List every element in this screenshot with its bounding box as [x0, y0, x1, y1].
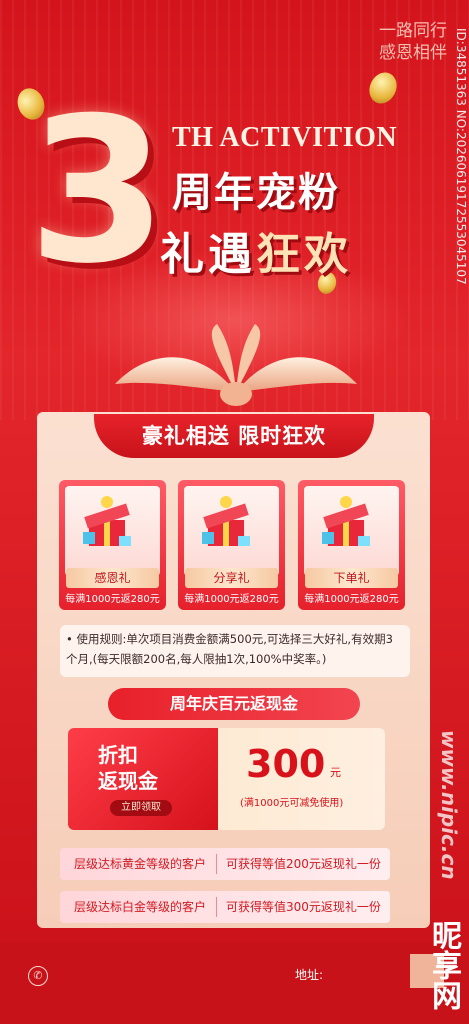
watermark-brand: 昵享网: [426, 920, 461, 1010]
coupon-title: 折扣 返现金: [98, 742, 158, 794]
gift-card-caption: 每满1000元返280元: [65, 594, 160, 605]
usage-rules: • 使用规则:单次项目消费金额满500元,可选择三大好礼,有效期3个月,(每天限…: [60, 625, 410, 677]
ribbon-bow-icon: [115, 324, 357, 406]
panel-ribbon-title: 豪礼相送 限时狂欢: [94, 414, 374, 458]
coupon-left-section: 折扣 返现金 立即领取: [68, 728, 218, 830]
gift-card-label: 感恩礼: [66, 568, 159, 588]
cashback-coupon[interactable]: 折扣 返现金 立即领取 300 元 (满1000元可减免使用): [68, 728, 385, 830]
tier-gold-label: 层级达标黄金等级的客户: [74, 857, 207, 871]
slogan: 一路同行 感恩相伴: [379, 20, 447, 64]
gift-card-label: 下单礼: [305, 568, 398, 588]
slogan-line2: 感恩相伴: [379, 43, 447, 63]
gift-card-share[interactable]: 分享礼 每满1000元返280元: [178, 480, 285, 610]
tier-platinum: 层级达标白金等级的客户 可获得等值300元返现礼一份: [60, 891, 390, 923]
gift-box-icon: [83, 496, 131, 546]
footer-bar: [0, 942, 469, 1024]
gift-card-thanks[interactable]: 感恩礼 每满1000元返280元: [59, 480, 166, 610]
cashback-title: 周年庆百元返现金: [108, 688, 360, 720]
address-label: 地址:: [295, 968, 324, 982]
gift-card-caption: 每满1000元返280元: [184, 594, 279, 605]
gift-card-label: 分享礼: [185, 568, 278, 588]
coupon-value: 300: [246, 742, 326, 786]
subtitle-en: TH ACTIVITION: [172, 122, 398, 153]
coupon-title-line2: 返现金: [98, 769, 158, 793]
title-line2: 礼遇狂欢: [160, 218, 352, 282]
slogan-line1: 一路同行: [379, 21, 447, 41]
phone-icon[interactable]: ✆: [28, 966, 48, 986]
tier-divider: [216, 897, 217, 917]
gift-box-icon: [322, 496, 370, 546]
tier-platinum-reward: 可获得等值300元返现礼一份: [226, 900, 381, 914]
claim-button[interactable]: 立即领取: [110, 800, 172, 816]
gift-card-order[interactable]: 下单礼 每满1000元返280元: [298, 480, 405, 610]
tier-divider: [216, 854, 217, 874]
tier-platinum-label: 层级达标白金等级的客户: [74, 900, 207, 914]
title-line2-part1: 礼遇: [160, 229, 256, 280]
gift-card-caption: 每满1000元返280元: [304, 594, 399, 605]
title-line1: 周年宠粉: [172, 170, 340, 216]
image-id: ID:34851363 NO:20260619172553045107: [454, 28, 468, 285]
title-line2-part2: 狂欢: [256, 229, 352, 280]
coupon-unit: 元: [330, 766, 341, 779]
tier-gold: 层级达标黄金等级的客户 可获得等值200元返现礼一份: [60, 848, 390, 880]
gift-box-icon: [202, 496, 250, 546]
watermark-site: www.nipic.cn: [437, 730, 461, 880]
anniversary-number: 3: [28, 75, 168, 308]
coupon-title-line1: 折扣: [98, 743, 138, 767]
coupon-condition: (满1000元可减免使用): [240, 798, 344, 809]
tier-gold-reward: 可获得等值200元返现礼一份: [226, 857, 381, 871]
